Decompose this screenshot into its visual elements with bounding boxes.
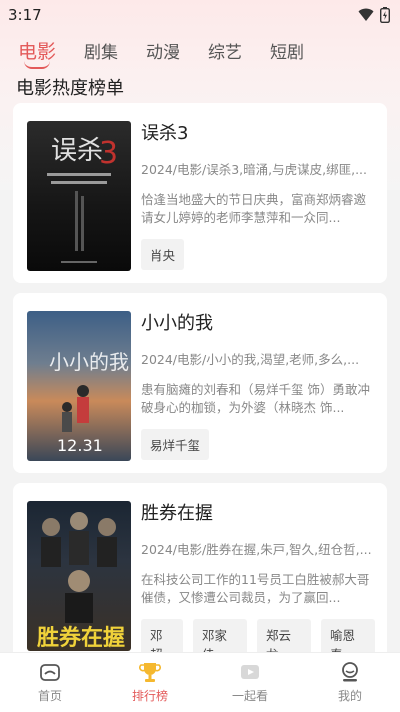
movie-card[interactable]: 误杀 3 误杀3 2024/电影/误杀3,暗涌,与虎谋皮,绑匪,... 恰逢当地… [13, 103, 387, 283]
tab-label: 综艺 [208, 42, 243, 63]
nav-home[interactable]: 首页 [0, 653, 100, 712]
movie-description: 在科技公司工作的11号员工白胜被郝大哥催债，又惨遭公司裁员，为了赢回... [141, 572, 370, 605]
movie-title: 小小的我 [141, 313, 213, 334]
video-icon [241, 665, 259, 679]
movie-info: 胜券在握 2024/电影/胜券在握,朱戸,智久,纽仓哲,... 在科技公司工作的… [141, 501, 375, 669]
nav-label: 我的 [337, 689, 362, 703]
trophy-icon [139, 663, 161, 682]
actor-tag[interactable]: 肖央 [141, 239, 185, 270]
svg-text:3: 3 [99, 136, 118, 171]
tab-series[interactable]: 剧集 [84, 38, 118, 63]
wifi-icon [358, 8, 374, 21]
tab-label: 剧集 [84, 42, 119, 63]
movie-poster[interactable]: 胜券在握 [27, 501, 131, 651]
movie-info: 误杀3 2024/电影/误杀3,暗涌,与虎谋皮,绑匪,... 恰逢当地盛大的节日… [141, 121, 375, 270]
movie-description: 患有脑瘫的刘春和（易烊千玺 饰）勇敢冲破身心的枷锁，为外婆（林晓杰 饰... [141, 382, 370, 415]
movie-card[interactable]: 胜券在握 胜券在握 2024/电影/胜券在握,朱戸,智久,纽仓哲,... 在科技… [13, 483, 387, 669]
section-title: 电影热度榜单 [16, 78, 124, 99]
tab-movie[interactable]: 电影 [18, 37, 57, 69]
status-bar: 3:17 [0, 0, 400, 30]
active-tab-indicator [24, 61, 50, 69]
movie-meta: 2024/电影/小小的我,渴望,老师,多么,... [141, 352, 360, 367]
poster-art: 胜券在握 [37, 512, 125, 651]
svg-text:误杀: 误杀 [51, 136, 103, 166]
nav-label: 排行榜 [131, 689, 168, 703]
movie-meta: 2024/电影/误杀3,暗涌,与虎谋皮,绑匪,... [141, 162, 368, 177]
nav-ranking[interactable]: 排行榜 [100, 653, 200, 712]
tab-anime[interactable]: 动漫 [146, 38, 180, 63]
nav-watch-together[interactable]: 一起看 [200, 653, 300, 712]
actor-tag[interactable]: 易烊千玺 [141, 429, 210, 460]
movie-title: 误杀3 [141, 123, 189, 144]
movie-description: 恰逢当地盛大的节日庆典，富商郑炳睿邀请女儿婷婷的老师李慧萍和一众同... [141, 192, 367, 225]
movie-poster[interactable]: 误杀 3 [27, 121, 131, 271]
actor-list: 肖央 [141, 239, 375, 270]
tab-label: 短剧 [270, 42, 305, 63]
home-icon [40, 664, 60, 681]
movie-title: 胜券在握 [141, 503, 213, 524]
actor-list: 易烊千玺 [141, 429, 375, 460]
tab-label: 电影 [18, 40, 57, 63]
nav-profile[interactable]: 我的 [300, 653, 400, 712]
svg-text:小小的我: 小小的我 [49, 350, 129, 374]
battery-icon [380, 7, 390, 23]
tab-label: 动漫 [146, 42, 181, 63]
profile-icon [342, 662, 358, 682]
category-tabs: 电影 剧集 动漫 综艺 短剧 [0, 32, 400, 69]
movie-meta: 2024/电影/胜券在握,朱戸,智久,纽仓哲,... [141, 542, 372, 557]
status-icons [358, 7, 390, 23]
movie-card[interactable]: 小小的我 12.31 小小的我 2024/电影/小小的我,渴望,老师,多么,..… [13, 293, 387, 473]
tab-short-drama[interactable]: 短剧 [270, 38, 304, 63]
movie-info: 小小的我 2024/电影/小小的我,渴望,老师,多么,... 患有脑瘫的刘春和（… [141, 311, 375, 460]
tab-variety[interactable]: 综艺 [208, 38, 242, 63]
poster-art: 小小的我 12.31 [49, 350, 129, 455]
poster-art: 误杀 3 [47, 136, 118, 263]
nav-label: 首页 [37, 689, 62, 703]
svg-text:胜券在握: 胜券在握 [37, 625, 125, 651]
movie-list: 误杀 3 误杀3 2024/电影/误杀3,暗涌,与虎谋皮,绑匪,... 恰逢当地… [13, 103, 387, 673]
nav-label: 一起看 [231, 689, 268, 703]
bottom-navigation: 首页 排行榜 一起看 我的 [0, 652, 400, 712]
movie-poster[interactable]: 小小的我 12.31 [27, 311, 131, 461]
svg-text:12.31: 12.31 [57, 436, 103, 455]
status-time: 3:17 [8, 6, 42, 24]
